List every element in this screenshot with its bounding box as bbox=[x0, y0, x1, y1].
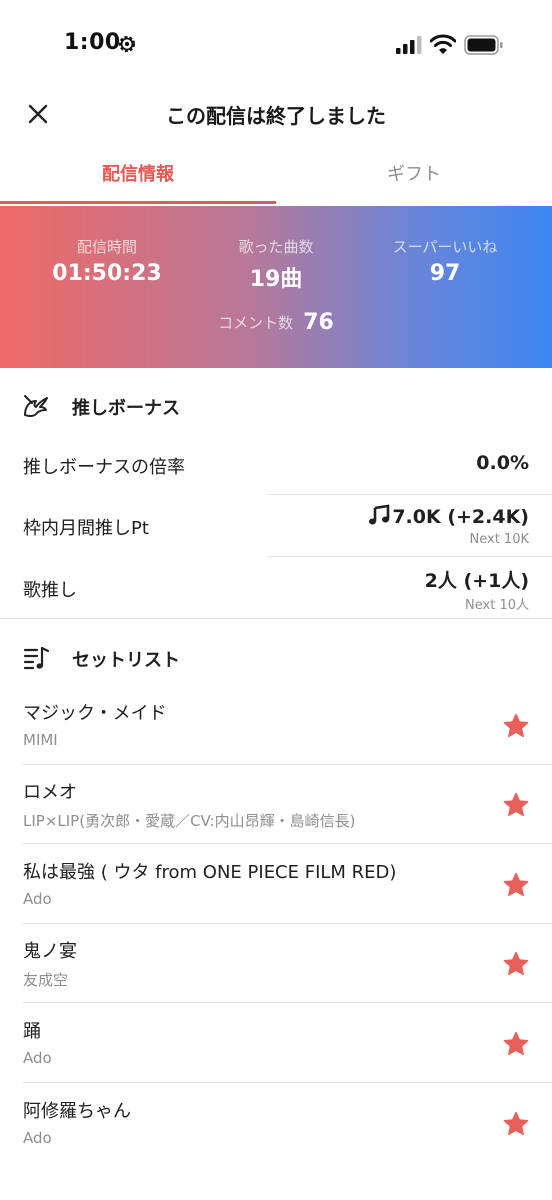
stats-banner: 配信時間 01:50:23 歌った曲数 19曲 スーパーいいね 97 コメント数… bbox=[0, 206, 552, 368]
stat-super-likes-value: 97 bbox=[429, 261, 461, 286]
stat-songs: 歌った曲数 19曲 bbox=[191, 236, 361, 293]
bonus-section-title: 推しボーナス bbox=[72, 398, 180, 419]
song-artist: Ado bbox=[23, 890, 52, 908]
monthly-points-row: 枠内月間推しPt 7.0K (+2.4K) Next 10K bbox=[0, 495, 552, 556]
monthly-points-next: Next 10K bbox=[469, 532, 529, 547]
bonus-multiplier-value: 0.0% bbox=[476, 452, 529, 474]
wing-icon bbox=[24, 395, 48, 418]
setlist-item[interactable]: マジック・メイド MIMI bbox=[0, 686, 552, 766]
song-artist: Ado bbox=[23, 1129, 52, 1147]
setlist-item[interactable]: 鬼ノ宴 友成空 bbox=[0, 924, 552, 1004]
music-note-icon bbox=[369, 504, 390, 525]
stat-songs-value: 19曲 bbox=[249, 267, 303, 292]
bonus-multiplier-row: 推しボーナスの倍率 0.0% bbox=[0, 438, 552, 494]
stat-comments-value: 76 bbox=[303, 310, 334, 335]
star-icon[interactable] bbox=[502, 712, 530, 740]
setlist-section-header: セットリスト bbox=[0, 630, 552, 686]
stat-comments: コメント数 76 bbox=[0, 310, 552, 335]
setlist-item[interactable]: 踊 Ado bbox=[0, 1004, 552, 1084]
setlist-item[interactable]: 阿修羅ちゃん Ado bbox=[0, 1084, 552, 1164]
setlist-section-title: セットリスト bbox=[72, 650, 180, 671]
tab-gift[interactable]: ギフト bbox=[276, 152, 552, 206]
song-support-next: Next 10人 bbox=[465, 598, 529, 613]
stat-duration-value: 01:50:23 bbox=[52, 261, 162, 286]
star-icon[interactable] bbox=[502, 1110, 530, 1138]
stat-songs-label: 歌った曲数 bbox=[238, 238, 314, 256]
song-support-value: 2人 (+1人) bbox=[424, 570, 529, 592]
gear-icon bbox=[118, 35, 136, 53]
bonus-multiplier-label: 推しボーナスの倍率 bbox=[23, 457, 185, 478]
divider bbox=[0, 618, 552, 619]
stat-super-likes-label: スーパーいいね bbox=[392, 238, 498, 256]
star-icon[interactable] bbox=[502, 871, 530, 899]
tab-indicator bbox=[0, 201, 276, 204]
wifi-icon bbox=[430, 34, 456, 54]
song-artist: Ado bbox=[23, 1049, 52, 1067]
song-artist: MIMI bbox=[23, 731, 58, 749]
setlist-item[interactable]: ロメオ LIP×LIP(勇次郎・愛蔵／CV:内山昂輝・島崎信長) bbox=[0, 765, 552, 845]
tab-bar: 配信情報 ギフト bbox=[0, 152, 552, 206]
monthly-points-label: 枠内月間推しPt bbox=[23, 518, 149, 539]
stat-super-likes: スーパーいいね 97 bbox=[360, 236, 530, 286]
stat-comments-label: コメント数 bbox=[218, 314, 294, 332]
divider bbox=[23, 843, 552, 844]
song-artist: LIP×LIP(勇次郎・愛蔵／CV:内山昂輝・島崎信長) bbox=[23, 812, 356, 830]
divider bbox=[23, 1082, 552, 1083]
header: この配信は終了しました bbox=[0, 88, 552, 138]
tab-stream-info[interactable]: 配信情報 bbox=[0, 152, 276, 206]
song-title: ロメオ bbox=[23, 782, 77, 803]
status-bar: 1:00 bbox=[0, 0, 552, 90]
song-support-label: 歌推し bbox=[23, 580, 77, 601]
page-title: この配信は終了しました bbox=[166, 104, 386, 128]
monthly-points-value: 7.0K (+2.4K) bbox=[392, 506, 529, 528]
star-icon[interactable] bbox=[502, 950, 530, 978]
divider bbox=[23, 1002, 552, 1003]
setlist-item[interactable]: 私は最強 ( ウタ from ONE PIECE FILM RED) Ado bbox=[0, 845, 552, 925]
playlist-icon bbox=[23, 646, 50, 670]
song-title: 阿修羅ちゃん bbox=[23, 1101, 131, 1122]
signal-icon bbox=[396, 36, 422, 54]
song-title: 鬼ノ宴 bbox=[23, 941, 77, 962]
star-icon[interactable] bbox=[502, 1030, 530, 1058]
stat-duration-label: 配信時間 bbox=[76, 238, 137, 256]
song-title: 私は最強 ( ウタ from ONE PIECE FILM RED) bbox=[23, 862, 397, 883]
stat-duration: 配信時間 01:50:23 bbox=[22, 236, 192, 286]
song-title: 踊 bbox=[23, 1021, 41, 1042]
monthly-points-value-wrap: 7.0K (+2.4K) bbox=[368, 504, 529, 528]
bonus-section-header: 推しボーナス bbox=[0, 378, 552, 434]
status-time: 1:00 bbox=[64, 30, 121, 55]
song-title: マジック・メイド bbox=[23, 703, 167, 724]
song-support-row: 歌推し 2人 (+1人) Next 10人 bbox=[0, 557, 552, 618]
song-artist: 友成空 bbox=[23, 971, 69, 989]
star-icon[interactable] bbox=[502, 791, 530, 819]
battery-icon bbox=[464, 35, 503, 55]
